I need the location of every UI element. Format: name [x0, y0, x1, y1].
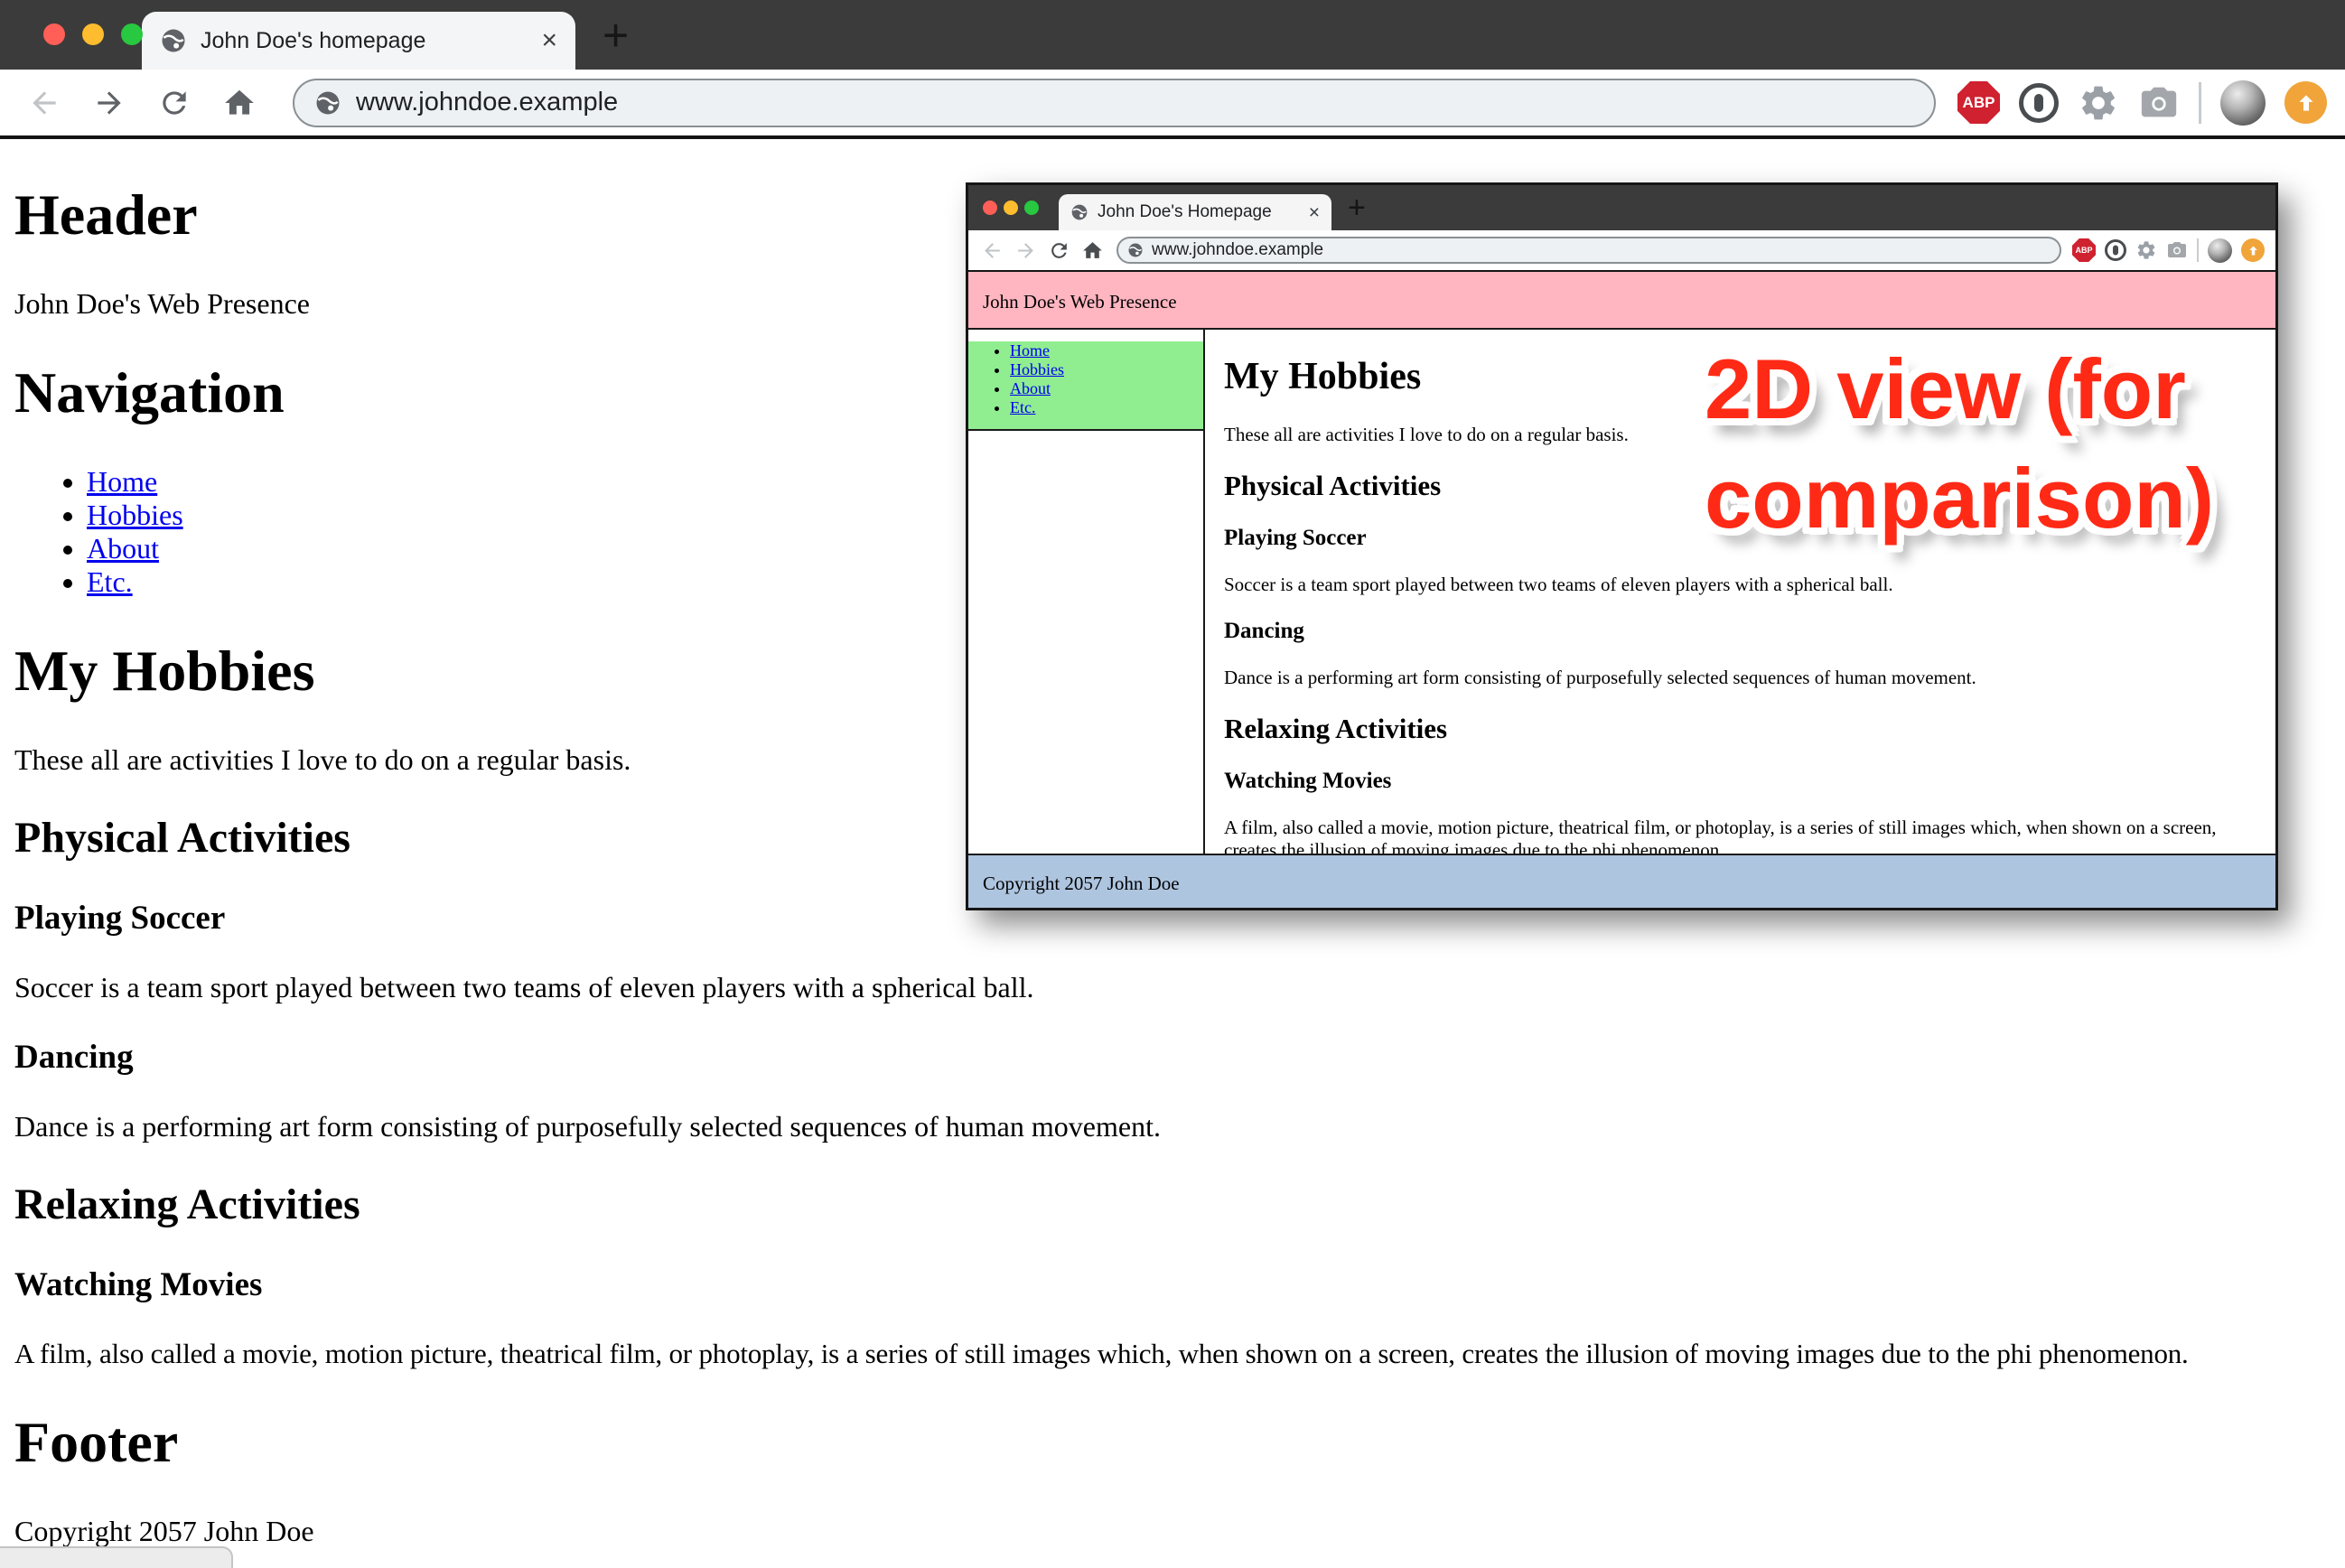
- profile-avatar: [2208, 238, 2232, 263]
- list-item: Home: [1010, 341, 1203, 360]
- nav-link-etc: Etc.: [1010, 398, 1036, 416]
- list-item: Etc.: [1010, 398, 1203, 417]
- relaxing-activities-heading: Relaxing Activities: [1224, 713, 2256, 745]
- dancing-paragraph: Dance is a performing art form consistin…: [1224, 667, 2256, 689]
- new-tab-icon: +: [1348, 192, 1366, 223]
- globe-favicon-icon: [160, 27, 187, 54]
- embedded-browser-screenshot: John Doe's Homepage × + www.johndoe.exam…: [966, 182, 2278, 910]
- globe-favicon-icon: [1070, 203, 1088, 221]
- up-arrow-icon: [2247, 244, 2260, 257]
- back-arrow-icon[interactable]: [27, 86, 61, 120]
- watching-movies-heading: Watching Movies: [1224, 769, 2256, 794]
- list-item: Hobbies: [1010, 360, 1203, 379]
- home-icon[interactable]: [222, 86, 257, 120]
- tab-close-icon[interactable]: ×: [541, 27, 557, 54]
- page-content: Header John Doe's Web Presence Navigatio…: [0, 143, 2345, 1568]
- nav-link-about[interactable]: About: [87, 532, 159, 565]
- screenshot-tab-title: John Doe's Homepage: [1098, 202, 1272, 222]
- screenshot-toolbar: www.johndoe.example ABP: [968, 230, 2275, 272]
- zoom-window-icon: [1024, 201, 1039, 215]
- address-bar[interactable]: www.johndoe.example: [293, 79, 1936, 127]
- screenshot-window-controls: [983, 201, 1039, 215]
- window-controls: [43, 23, 143, 45]
- screenshot-nav-box: Home Hobbies About Etc.: [968, 341, 1203, 431]
- browser-toolbar: www.johndoe.example ABP: [0, 70, 2345, 139]
- gear-icon: [2135, 239, 2157, 261]
- dancing-heading: Dancing: [1224, 619, 2256, 644]
- reload-icon[interactable]: [157, 86, 192, 120]
- overlay-line-2: comparison): [1705, 443, 2214, 553]
- zoom-window-button[interactable]: [121, 23, 143, 45]
- dancing-paragraph: Dance is a performing art form consistin…: [14, 1110, 2331, 1143]
- tab-close-icon: ×: [1309, 203, 1320, 222]
- camera-icon[interactable]: [2138, 82, 2180, 124]
- forward-arrow-icon[interactable]: [92, 86, 126, 120]
- site-globe-icon: [1127, 242, 1144, 258]
- nav-link-hobbies: Hobbies: [1010, 360, 1064, 378]
- camera-icon: [2166, 239, 2188, 261]
- screenshot-tab-strip: John Doe's Homepage × +: [968, 185, 2275, 230]
- update-button[interactable]: [2284, 81, 2327, 124]
- toolbar-divider: [2197, 238, 2199, 262]
- soccer-paragraph: Soccer is a team sport played between tw…: [14, 971, 2331, 1004]
- extension-area: ABP: [1957, 80, 2327, 126]
- close-window-button[interactable]: [43, 23, 65, 45]
- nav-link-home: Home: [1010, 341, 1050, 359]
- close-window-icon: [983, 201, 997, 215]
- password-manager-icon: [2105, 239, 2126, 261]
- relaxing-activities-heading: Relaxing Activities: [14, 1180, 2331, 1229]
- nav-link-etc[interactable]: Etc.: [87, 565, 133, 598]
- status-bubble: [0, 1546, 233, 1568]
- minimize-window-button[interactable]: [82, 23, 104, 45]
- nav-link-about: About: [1010, 379, 1051, 397]
- footer-copyright: Copyright 2057 John Doe: [14, 1515, 2331, 1548]
- forward-arrow-icon: [1014, 239, 1037, 262]
- list-item: About: [1010, 379, 1203, 398]
- soccer-paragraph: Soccer is a team sport played between tw…: [1224, 574, 2256, 596]
- movies-paragraph: A film, also called a movie, motion pict…: [14, 1338, 2331, 1370]
- nav-list: Home Hobbies About Etc.: [968, 341, 1203, 417]
- new-tab-button[interactable]: +: [603, 13, 629, 58]
- screenshot-extension-area: ABP: [2072, 238, 2265, 263]
- watching-movies-heading: Watching Movies: [14, 1265, 2331, 1304]
- back-arrow-icon: [981, 239, 1004, 262]
- minimize-window-icon: [1004, 201, 1018, 215]
- url-text: www.johndoe.example: [356, 88, 618, 117]
- adblock-plus-icon: ABP: [2072, 238, 2096, 262]
- movies-paragraph: A film, also called a movie, motion pict…: [1224, 817, 2256, 854]
- adblock-plus-icon[interactable]: ABP: [1957, 81, 2000, 124]
- browser-tab[interactable]: John Doe's homepage ×: [142, 12, 575, 70]
- nav-link-hobbies[interactable]: Hobbies: [87, 499, 183, 531]
- dancing-heading: Dancing: [14, 1038, 2331, 1077]
- screenshot-nav-column: Home Hobbies About Etc.: [968, 330, 1205, 854]
- screenshot-browser-tab: John Doe's Homepage ×: [1059, 194, 1331, 230]
- footer-heading: Footer: [14, 1409, 2331, 1476]
- browser-window: John Doe's homepage × + www.johndoe.exam…: [0, 0, 2345, 1568]
- reload-icon: [1048, 239, 1070, 262]
- screenshot-address-bar: www.johndoe.example: [1116, 237, 2061, 264]
- tab-title: John Doe's homepage: [201, 28, 425, 54]
- toolbar-divider: [2199, 82, 2201, 124]
- update-button: [2241, 238, 2265, 262]
- url-text: www.johndoe.example: [1152, 240, 1323, 260]
- up-arrow-icon: [2294, 91, 2318, 115]
- home-icon: [1081, 239, 1104, 262]
- overlay-line-1: 2D view (for: [1705, 334, 2214, 443]
- gear-icon[interactable]: [2078, 82, 2119, 124]
- screenshot-page-header: John Doe's Web Presence: [968, 272, 2275, 330]
- nav-link-home[interactable]: Home: [87, 465, 157, 498]
- overlay-annotation: 2D view (for comparison): [1705, 334, 2214, 554]
- tab-strip: John Doe's homepage × +: [0, 0, 2345, 70]
- profile-avatar[interactable]: [2220, 80, 2266, 126]
- site-globe-icon: [314, 89, 341, 117]
- screenshot-page-footer: Copyright 2057 John Doe: [968, 854, 2275, 908]
- password-manager-icon[interactable]: [2019, 83, 2059, 123]
